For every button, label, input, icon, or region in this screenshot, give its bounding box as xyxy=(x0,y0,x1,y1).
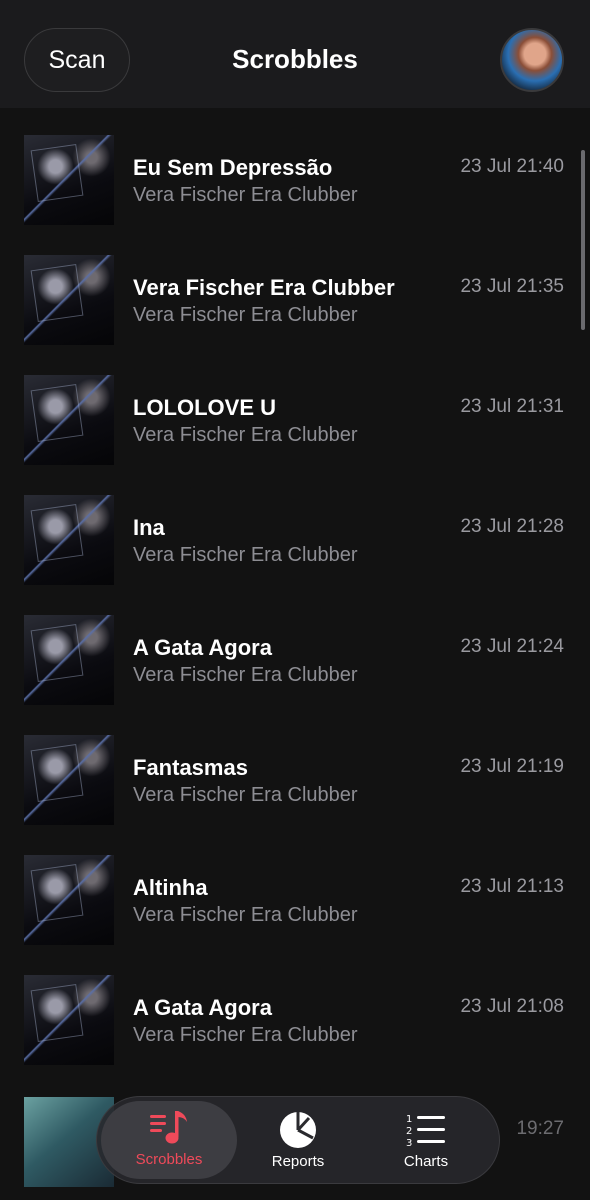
artist-name: Vera Fischer Era Clubber xyxy=(133,184,358,206)
album-art xyxy=(24,135,114,225)
album-art xyxy=(24,375,114,465)
track-title: Ina xyxy=(133,515,165,540)
album-art xyxy=(24,855,114,945)
scrobble-row[interactable]: LOLOLOVE U Vera Fischer Era Clubber 23 J… xyxy=(0,348,590,468)
artist-name: Vera Fischer Era Clubber xyxy=(133,664,358,686)
album-art xyxy=(24,255,114,345)
album-art xyxy=(24,495,114,585)
artist-name: Vera Fischer Era Clubber xyxy=(133,304,358,326)
track-title: A Gata Agora xyxy=(133,995,272,1020)
scrobble-row[interactable]: Vera Fischer Era Clubber Vera Fischer Er… xyxy=(0,228,590,348)
svg-text:1: 1 xyxy=(406,1114,412,1125)
scrobble-time: 23 Jul 21:24 xyxy=(460,636,564,657)
tab-label: Charts xyxy=(403,1153,449,1170)
scrollbar[interactable] xyxy=(581,150,585,330)
scrobble-row[interactable]: Ina Vera Fischer Era Clubber 23 Jul 21:2… xyxy=(0,468,590,588)
track-title: LOLOLOVE U xyxy=(133,395,276,420)
album-art xyxy=(24,615,114,705)
tab-bar: Scrobbles Reports 1 2 3 Charts xyxy=(96,1096,500,1184)
scrobble-row[interactable]: A Gata Agora Vera Fischer Era Clubber 23… xyxy=(0,588,590,708)
scrobble-time: 23 Jul 21:40 xyxy=(460,156,564,177)
tab-reports[interactable]: Reports xyxy=(233,1097,363,1183)
track-title: Eu Sem Depressão xyxy=(133,155,333,180)
svg-text:2: 2 xyxy=(406,1126,412,1137)
numbered-list-icon: 1 2 3 xyxy=(405,1111,447,1149)
track-title: A Gata Agora xyxy=(133,635,272,660)
album-art xyxy=(24,735,114,825)
scrobble-row[interactable]: Altinha Vera Fischer Era Clubber 23 Jul … xyxy=(0,828,590,948)
artist-name: Vera Fischer Era Clubber xyxy=(133,544,358,566)
svg-text:3: 3 xyxy=(406,1138,412,1149)
tab-label: Scrobbles xyxy=(135,1151,203,1168)
scrobble-time-partial: 19:27 xyxy=(516,1118,564,1139)
artist-name: Vera Fischer Era Clubber xyxy=(133,784,358,806)
scrobble-time: 23 Jul 21:08 xyxy=(460,996,564,1017)
tab-scrobbles[interactable]: Scrobbles xyxy=(101,1101,237,1179)
scrobble-time: 23 Jul 21:28 xyxy=(460,516,564,537)
user-avatar[interactable] xyxy=(500,28,564,92)
scrobble-row[interactable]: Eu Sem Depressão Vera Fischer Era Clubbe… xyxy=(0,108,590,228)
artist-name: Vera Fischer Era Clubber xyxy=(133,904,358,926)
tab-label: Reports xyxy=(271,1153,325,1170)
scrobble-time: 23 Jul 21:35 xyxy=(460,276,564,297)
music-list-icon xyxy=(148,1109,190,1147)
track-title: Altinha xyxy=(133,875,208,900)
scrobble-time: 23 Jul 21:31 xyxy=(460,396,564,417)
tab-charts[interactable]: 1 2 3 Charts xyxy=(361,1097,491,1183)
scrobble-time: 23 Jul 21:19 xyxy=(460,756,564,777)
scrobble-row[interactable]: Fantasmas Vera Fischer Era Clubber 23 Ju… xyxy=(0,708,590,828)
album-art xyxy=(24,975,114,1065)
artist-name: Vera Fischer Era Clubber xyxy=(133,424,358,446)
pie-chart-icon xyxy=(278,1111,318,1149)
scrobble-time: 23 Jul 21:13 xyxy=(460,876,564,897)
track-title: Vera Fischer Era Clubber xyxy=(133,275,395,300)
scrobble-row[interactable]: A Gata Agora Vera Fischer Era Clubber 23… xyxy=(0,948,590,1068)
top-bar: Scan Scrobbles xyxy=(0,0,590,108)
track-title: Fantasmas xyxy=(133,755,248,780)
artist-name: Vera Fischer Era Clubber xyxy=(133,1024,358,1046)
